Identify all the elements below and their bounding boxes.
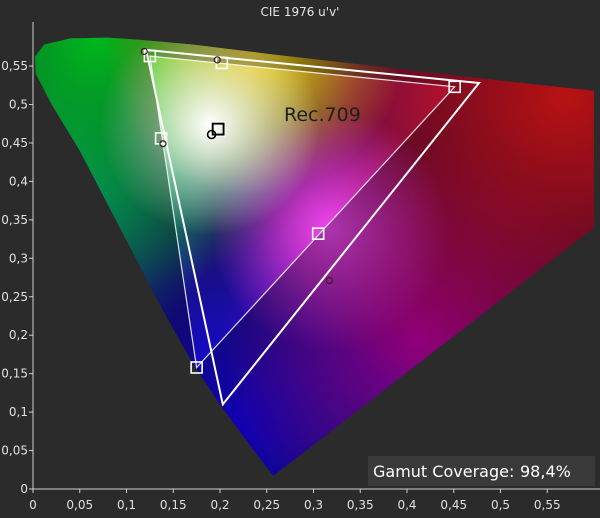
reference-gamut-label: Rec.709 <box>284 104 361 126</box>
x-tick-label: 0,1 <box>117 498 136 512</box>
x-tick-label: 0,05 <box>66 498 93 512</box>
x-tick-label: 0,2 <box>210 498 229 512</box>
y-tick-label: 0,45 <box>1 136 28 150</box>
y-tick-label: 0,15 <box>1 367 28 381</box>
x-tick-label: 0,55 <box>534 498 561 512</box>
y-tick-label: 0,05 <box>1 444 28 458</box>
y-tick-label: 0,5 <box>9 98 28 112</box>
y-tick-label: 0,2 <box>9 328 28 342</box>
y-axis-ticks: 0 0,05 0,1 0,15 0,2 0,25 0,3 0,35 0,4 0,45 0,5 0,55 <box>1 59 33 496</box>
y-tick-label: 0,1 <box>9 405 28 419</box>
y-tick-label: 0,55 <box>1 59 28 73</box>
spectral-locus <box>34 37 594 476</box>
x-axis-ticks: 0 0,05 0,1 0,15 0,2 0,25 0,3 0,35 0,4 0,45 0,5 0,55 <box>29 489 561 512</box>
x-tick-label: 0,25 <box>253 498 280 512</box>
x-tick-label: 0,3 <box>304 498 323 512</box>
x-tick-label: 0,35 <box>347 498 374 512</box>
gamut-coverage-label: Gamut Coverage: <box>373 462 514 481</box>
x-tick-label: 0,15 <box>160 498 187 512</box>
y-tick-label: 0,3 <box>9 251 28 265</box>
y-tick-label: 0,35 <box>1 213 28 227</box>
cie-chart: 0 0,05 0,1 0,15 0,2 0,25 0,3 0,35 0,4 0,45 0,5 0,55… <box>1 22 600 512</box>
y-tick-label: 0 <box>20 482 28 496</box>
x-tick-label: 0,4 <box>397 498 416 512</box>
x-tick-label: 0 <box>29 498 37 512</box>
x-tick-label: 0,5 <box>491 498 510 512</box>
gamut-coverage-panel: Gamut Coverage: 98,4% <box>368 456 595 486</box>
x-tick-label: 0,45 <box>440 498 467 512</box>
gamut-coverage-value: 98,4% <box>520 462 571 481</box>
y-tick-label: 0,25 <box>1 290 28 304</box>
y-tick-label: 0,4 <box>9 174 28 188</box>
